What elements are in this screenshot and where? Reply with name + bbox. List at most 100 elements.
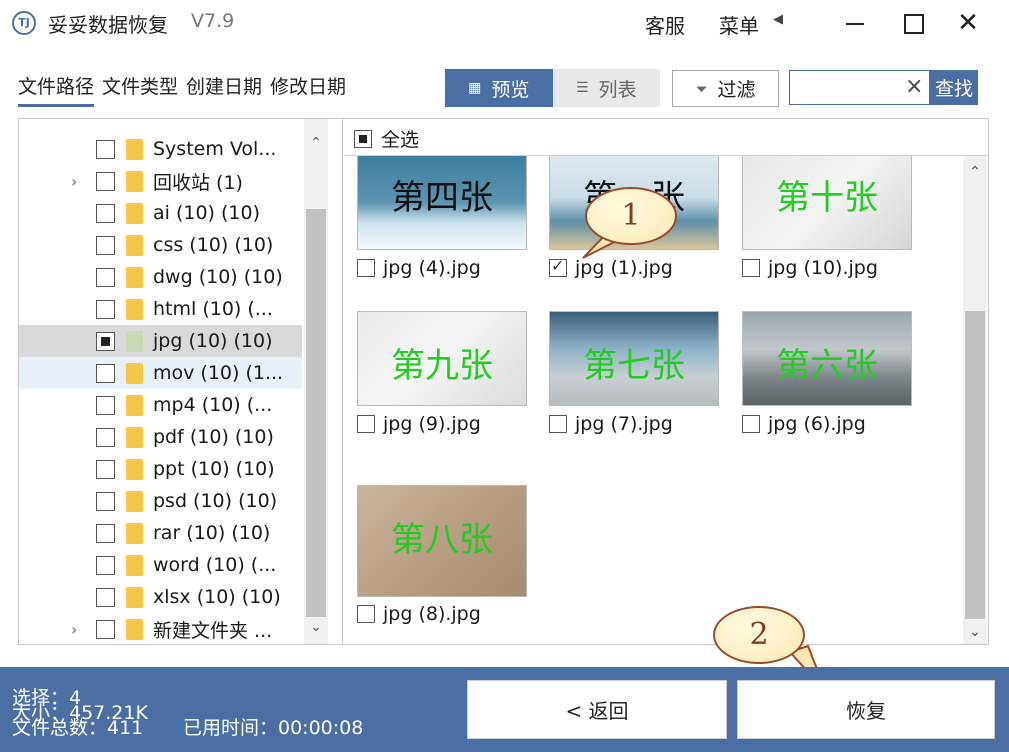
- file-name: jpg (6).jpg: [768, 413, 866, 435]
- thumbnail-image[interactable]: 第四张: [357, 156, 527, 250]
- tree-checkbox[interactable]: [96, 203, 115, 223]
- tree-checkbox[interactable]: [96, 299, 115, 319]
- thumbnail-item[interactable]: 第八张 jpg (8).jpg: [357, 485, 527, 625]
- thumbnail-checkbox[interactable]: [357, 415, 375, 433]
- scroll-down-icon[interactable]: ⌄: [304, 619, 328, 635]
- tree-item-recycle-bin[interactable]: › 回收站 (1): [19, 165, 302, 197]
- chevron-right-icon[interactable]: ›: [71, 620, 83, 639]
- tree-item-html[interactable]: html (10) (...: [19, 293, 302, 325]
- app-title: 妥妥数据恢复: [48, 13, 168, 37]
- thumbnail-caption: jpg (9).jpg: [357, 413, 481, 435]
- tree-item-label: 新建文件夹 ...: [153, 619, 273, 642]
- scroll-up-icon[interactable]: ⌃: [304, 135, 328, 151]
- scroll-down-icon[interactable]: ⌄: [963, 624, 987, 640]
- tree-checkbox[interactable]: [96, 395, 115, 415]
- tree-item-xlsx[interactable]: xlsx (10) (10): [19, 581, 302, 613]
- tree-item-new-folder[interactable]: › 新建文件夹 ...: [19, 613, 302, 644]
- tab-file-path[interactable]: 文件路径: [18, 72, 95, 107]
- thumbnail-item[interactable]: 第六张 jpg (6).jpg: [742, 311, 912, 451]
- funnel-icon: ⏷: [695, 79, 708, 98]
- tree-checkbox[interactable]: [96, 555, 115, 575]
- tree-item-jpg[interactable]: jpg (10) (10): [19, 325, 302, 357]
- maximize-button[interactable]: [898, 8, 928, 38]
- close-button[interactable]: ✕: [953, 8, 983, 38]
- thumbnail-text: 第四张: [391, 178, 493, 218]
- tree-checkbox[interactable]: [96, 587, 115, 607]
- filter-button[interactable]: ⏷ 过滤: [672, 70, 779, 107]
- tree-checkbox[interactable]: [96, 139, 115, 159]
- back-button[interactable]: < 返回: [467, 680, 727, 739]
- tree-checkbox[interactable]: [96, 267, 115, 287]
- menu-arrow-icon[interactable]: ◀: [773, 12, 783, 27]
- tree-item-pdf[interactable]: pdf (10) (10): [19, 421, 302, 453]
- thumbnail-checkbox[interactable]: [357, 605, 375, 623]
- tree-checkbox[interactable]: [96, 427, 115, 447]
- thumbnail-image[interactable]: 第十张: [742, 156, 912, 250]
- tab-file-type[interactable]: 文件类型: [102, 72, 178, 107]
- tree-checkbox[interactable]: [96, 331, 115, 351]
- tree-checkbox[interactable]: [96, 619, 115, 639]
- tree-item-label: ai (10) (10): [153, 202, 261, 224]
- thumbnail-checkbox[interactable]: [742, 415, 760, 433]
- tree-item-css[interactable]: css (10) (10): [19, 229, 302, 261]
- thumbnail-image[interactable]: 第六张: [742, 311, 912, 406]
- preview-button[interactable]: ▦ 预览: [445, 69, 553, 107]
- grid-scrollbar[interactable]: ⌃ ⌄: [963, 156, 987, 644]
- thumbnail-checkbox[interactable]: [357, 259, 375, 277]
- tree-item-label: 回收站 (1): [153, 171, 243, 194]
- elapsed-time: 已用时间：00:00:08: [183, 717, 364, 739]
- thumbnail-checkbox[interactable]: [742, 259, 760, 277]
- tree-item-psd[interactable]: psd (10) (10): [19, 485, 302, 517]
- thumbnail-item[interactable]: 第十张 jpg (10).jpg: [742, 156, 912, 295]
- tree-item-word[interactable]: word (10) (...: [19, 549, 302, 581]
- recover-button[interactable]: 恢复: [737, 680, 995, 739]
- tree-item-ai[interactable]: ai (10) (10): [19, 197, 302, 229]
- customer-service-link[interactable]: 客服: [645, 10, 685, 39]
- clear-icon[interactable]: ×: [905, 74, 923, 99]
- folder-icon: [126, 426, 143, 448]
- tree-item-rar[interactable]: rar (10) (10): [19, 517, 302, 549]
- callout-2: 2: [713, 606, 805, 664]
- thumbnail-text: 第十张: [776, 178, 878, 218]
- tree-checkbox[interactable]: [96, 235, 115, 255]
- folder-icon: [126, 586, 143, 608]
- tree-item-label: ppt (10) (10): [153, 458, 275, 480]
- tree-item-label: pdf (10) (10): [153, 426, 274, 448]
- search-button[interactable]: 查找: [930, 70, 978, 105]
- folder-icon: [126, 554, 143, 576]
- tree-checkbox[interactable]: [96, 171, 115, 191]
- tree-checkbox[interactable]: [96, 459, 115, 479]
- thumbnail-item[interactable]: 第九张 jpg (9).jpg: [357, 311, 527, 451]
- list-button[interactable]: ☰ 列表: [552, 69, 660, 107]
- scroll-thumb[interactable]: [965, 311, 985, 619]
- thumbnail-image[interactable]: 第九张: [357, 311, 527, 406]
- thumbnail-item[interactable]: 第四张 jpg (4).jpg: [357, 156, 527, 295]
- tree-item-ppt[interactable]: ppt (10) (10): [19, 453, 302, 485]
- tree-checkbox[interactable]: [96, 523, 115, 543]
- minimize-button[interactable]: [840, 8, 870, 38]
- tree-scrollbar[interactable]: ⌃ ⌄: [304, 119, 328, 644]
- thumbnail-image[interactable]: 第八张: [357, 485, 527, 597]
- thumbnail-checkbox[interactable]: [549, 256, 567, 277]
- scroll-thumb[interactable]: [306, 209, 326, 617]
- tree-item-system-volume[interactable]: System Vol...: [19, 133, 302, 165]
- tree-checkbox[interactable]: [96, 363, 115, 383]
- thumbnail-checkbox[interactable]: [549, 415, 567, 433]
- tab-created-date[interactable]: 创建日期: [186, 72, 262, 107]
- tab-modified-date[interactable]: 修改日期: [270, 72, 346, 107]
- select-all-box[interactable]: [354, 129, 372, 148]
- menu-link[interactable]: 菜单: [719, 10, 759, 39]
- tree-item-mp4[interactable]: mp4 (10) (...: [19, 389, 302, 421]
- tree-item-mov[interactable]: mov (10) (1...: [19, 357, 302, 389]
- thumbnail-caption: jpg (10).jpg: [742, 257, 878, 279]
- file-name: jpg (9).jpg: [383, 413, 481, 435]
- view-mode-toggle: ▦ 预览 ☰ 列表: [445, 69, 660, 107]
- tree-checkbox[interactable]: [96, 491, 115, 511]
- scroll-up-icon[interactable]: ⌃: [963, 164, 987, 180]
- chevron-right-icon[interactable]: ›: [71, 172, 83, 191]
- tree-item-dwg[interactable]: dwg (10) (10): [19, 261, 302, 293]
- thumbnail-image[interactable]: 第七张: [549, 311, 719, 406]
- thumbnail-item[interactable]: 第七张 jpg (7).jpg: [549, 311, 719, 451]
- select-all-checkbox[interactable]: 全选: [354, 125, 419, 152]
- folder-icon: [126, 618, 143, 640]
